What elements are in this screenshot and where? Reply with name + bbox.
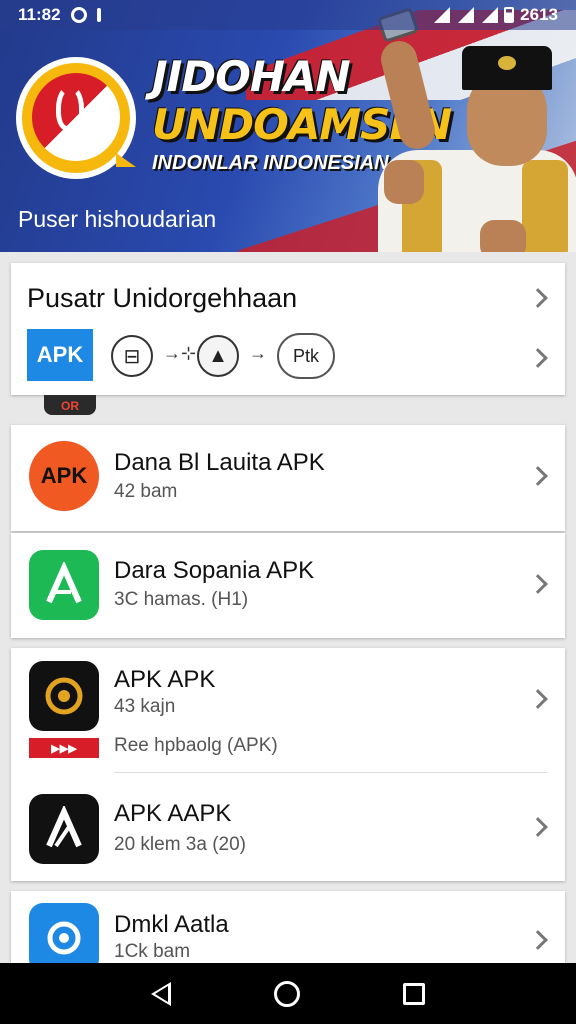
arrow-icon-2: → xyxy=(249,343,267,363)
list-item[interactable]: Dara Sopania APK 3C hamas. (H1) xyxy=(11,533,565,638)
peek-icon: OR xyxy=(44,395,96,415)
app-name[interactable]: APK APK xyxy=(114,666,215,694)
promo-strip-icon: ▶▶▶ xyxy=(29,738,99,758)
sync-icon xyxy=(70,7,87,23)
battery-icon xyxy=(504,7,515,23)
arrow-icon: →⊹ xyxy=(163,343,197,363)
list-item[interactable]: Dmkl Aatla 1Ck bam xyxy=(11,891,565,973)
featured-card[interactable]: Pusatr Unidorgehhaan APK ⊟ →⊹ ▲ → Ptk xyxy=(11,263,565,395)
app-meta: 43 kajn xyxy=(114,696,176,717)
list-item[interactable]: APK Dana Bl Lauita APK 42 bam xyxy=(11,425,565,531)
app-meta: 3C hamas. (H1) xyxy=(114,589,249,610)
divider xyxy=(114,772,547,773)
home-icon[interactable] xyxy=(273,980,300,1007)
lock-icon[interactable]: ▲ xyxy=(197,335,239,377)
app-meta: 42 bam xyxy=(114,481,178,502)
featured-title: Pusatr Unidorgehhaan xyxy=(27,283,298,313)
app-name: Dmkl Aatla xyxy=(114,911,229,938)
app-extra: Ree hpbaolg (APK) xyxy=(114,735,278,756)
app-meta: 20 klem 3a (20) xyxy=(114,834,247,855)
flame-icon xyxy=(56,85,84,131)
app-icon-a xyxy=(29,550,99,620)
app-meta: 1Ck bam xyxy=(114,941,191,962)
promo-banner[interactable]: JIDOHAN UNDOAMSEN INDONLAR INDONESIAN Pu… xyxy=(0,0,576,252)
banner-caption: Puser hishoudarian xyxy=(18,206,217,232)
chevron-right-icon[interactable] xyxy=(528,288,548,308)
signal-icon xyxy=(456,7,475,23)
signal-icon-2 xyxy=(480,7,499,23)
pill-button[interactable]: Ptk xyxy=(277,333,335,379)
recent-apps-icon[interactable] xyxy=(402,982,425,1005)
app-icon-a-dark xyxy=(29,794,99,864)
status-bar: 11:82 2613 xyxy=(0,0,576,30)
back-icon[interactable] xyxy=(151,981,172,1006)
app-icon-emblem xyxy=(29,661,99,731)
chevron-right-icon[interactable] xyxy=(528,574,548,594)
brand-logo xyxy=(16,57,136,179)
banner-title-line1: JIDOHAN xyxy=(152,52,351,101)
chevron-right-icon[interactable] xyxy=(528,466,548,486)
chevron-right-icon[interactable] xyxy=(528,689,548,709)
app-icon-apk: APK xyxy=(29,441,99,511)
banner-subtitle: INDONLAR INDONESIAN xyxy=(152,152,389,174)
chevron-right-icon[interactable] xyxy=(528,348,548,368)
status-time: 11:82 xyxy=(18,5,61,24)
wifi-icon xyxy=(432,7,451,23)
app-name: Dara Sopania APK xyxy=(114,557,315,584)
app-group-card: ▶▶▶ APK APK 43 kajn Ree hpbaolg (APK) AP… xyxy=(11,648,565,881)
apk-badge[interactable]: APK xyxy=(27,329,93,381)
notification-icon xyxy=(96,8,101,22)
system-nav-bar xyxy=(0,963,576,1024)
battery-text: 2613 xyxy=(520,5,558,24)
app-name[interactable]: APK AAPK xyxy=(114,800,231,828)
chevron-right-icon[interactable] xyxy=(528,817,548,837)
chevron-right-icon[interactable] xyxy=(528,930,548,950)
person-illustration xyxy=(372,7,576,252)
app-name: Dana Bl Lauita APK xyxy=(114,449,325,476)
store-icon[interactable]: ⊟ xyxy=(111,335,153,377)
